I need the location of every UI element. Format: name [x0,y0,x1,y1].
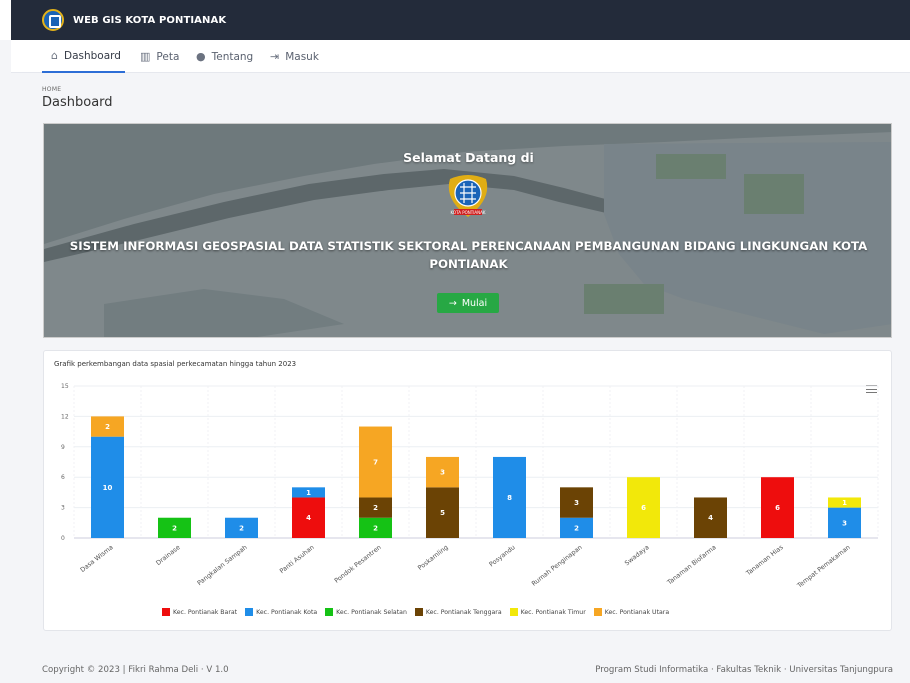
data-label: 6 [775,504,780,512]
y-tick-label: 9 [61,444,65,451]
chart-legend: Kec. Pontianak Barat Kec. Pontianak Kota K… [162,608,669,616]
top-header: WEB GIS KOTA PONTIANAK [0,0,910,40]
data-label: 4 [708,514,713,522]
data-label: 2 [373,524,378,532]
legend-swatch [509,608,518,616]
breadcrumb: HOME [42,86,62,93]
legend-swatch [414,608,423,616]
data-label: 2 [574,524,579,532]
home-icon: ⌂ [51,49,58,62]
x-tick-label: Tanaman Hias [744,543,786,578]
y-tick-label: 6 [61,474,65,481]
data-label: 2 [373,504,378,512]
arrow-right-icon: → [448,297,457,309]
legend-item[interactable]: Kec. Pontianak Selatan [325,608,407,616]
nav-dashboard-label: Dashboard [63,49,121,62]
hero-banner: Selamat Datang di KOTA PONTIANAK SISTEM … [43,123,892,338]
legend-label: Kec. Pontianak Utara [604,608,670,616]
x-tick-label: Swadaya [623,543,651,567]
data-label: 3 [440,469,445,477]
x-tick-label: Drainase [154,543,181,567]
data-label: 5 [440,509,445,517]
chart-card: Grafik perkembangan data spasial perkeca… [43,350,892,631]
nav-peta-label: Peta [156,50,180,63]
data-label: 1 [842,499,847,507]
x-tick-label: Tanaman Biofarma [665,543,718,587]
x-tick-label: Dasa Wisma [79,543,115,574]
legend-label: Kec. Pontianak Tenggara [425,608,502,616]
data-label: 6 [641,504,646,512]
app-bar: WEB GIS KOTA PONTIANAK [11,0,910,40]
legend-label: Kec. Pontianak Timur [520,608,586,616]
data-label: 3 [842,519,847,527]
legend-swatch [593,608,602,616]
legend-item[interactable]: Kec. Pontianak Timur [509,608,586,616]
x-tick-label: Tempat Pemakaman [795,543,852,590]
data-label: 1 [306,489,311,497]
bar-chart: 03691215102Dasa Wisma2Drainase2Pangkalan… [61,383,879,590]
mulai-label: Mulai [461,297,488,309]
nav-tentang[interactable]: ● Tentang [196,40,253,73]
x-tick-label: Pangkalan Sampah [196,543,249,587]
data-label: 2 [105,423,110,431]
x-tick-label: Rumah Penginapan [530,543,584,587]
legend-label: Kec. Pontianak Kota [256,608,318,616]
hero-welcome: Selamat Datang di [403,150,534,165]
info-icon: ● [196,50,206,63]
emblem-caption: KOTA PONTIANAK [451,210,486,215]
data-label: 10 [103,484,113,492]
data-label: 7 [373,459,378,467]
nav-masuk-label: Masuk [285,50,319,63]
data-label: 2 [239,524,244,532]
hero-title: SISTEM INFORMASI GEOSPASIAL DATA STATIST… [69,239,868,271]
mulai-button[interactable]: → Mulai [437,293,499,313]
city-emblem-icon: KOTA PONTIANAK [448,175,488,217]
legend-swatch [325,608,334,616]
login-icon: ⇥ [270,50,280,63]
legend-item[interactable]: Kec. Pontianak Kota [245,608,317,616]
legend-swatch [245,608,254,616]
x-tick-label: Poskamling [416,543,450,572]
y-tick-label: 15 [61,383,69,390]
footer-copyright: Copyright © 2023 | Fikri Rahma Deli · V … [42,665,229,675]
y-tick-label: 3 [61,505,65,512]
x-tick-label: Pondok Pesantren [333,543,383,584]
pontianak-logo-icon[interactable] [42,9,64,31]
legend-label: Kec. Pontianak Barat [173,608,238,616]
legend-swatch [162,608,170,616]
data-label: 2 [172,524,177,532]
nav-tentang-label: Tentang [211,50,254,63]
data-label: 8 [507,494,512,502]
x-tick-label: Panti Asuhan [278,543,316,575]
page-title: Dashboard [42,95,113,110]
nav-dashboard[interactable]: ⌂ Dashboard [42,40,125,73]
legend-item[interactable]: Kec. Pontianak Tenggara [414,608,502,616]
data-label: 4 [306,514,311,522]
main-nav: ⌂ Dashboard ▥ Peta ● Tentang ⇥ Masuk [11,40,910,73]
app-brand[interactable]: WEB GIS KOTA PONTIANAK [73,15,226,26]
data-label: 3 [574,499,579,507]
footer-institution: Program Studi Informatika · Fakultas Tek… [595,665,893,675]
nav-peta[interactable]: ▥ Peta [140,40,179,73]
legend-item[interactable]: Kec. Pontianak Utara [593,608,670,616]
x-tick-label: Posyandu [488,543,517,568]
y-tick-label: 12 [61,413,69,420]
legend-label: Kec. Pontianak Selatan [336,608,407,616]
map-icon: ▥ [140,50,151,63]
y-tick-label: 0 [61,535,65,542]
nav-masuk[interactable]: ⇥ Masuk [270,40,319,73]
legend-item[interactable]: Kec. Pontianak Barat [162,608,237,616]
